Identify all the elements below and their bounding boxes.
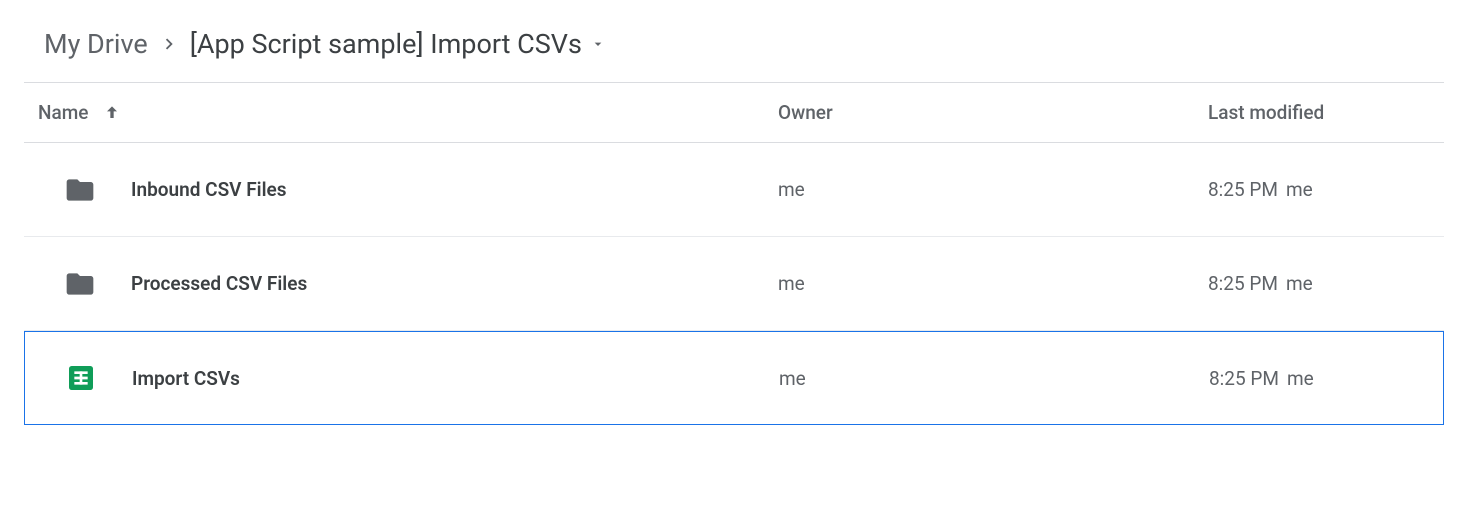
file-row[interactable]: Processed CSV Filesme8:25 PMme [24, 237, 1444, 331]
file-owner: me [778, 272, 1208, 295]
file-modified: 8:25 PM me [1209, 367, 1443, 390]
file-modified: 8:25 PM me [1208, 272, 1444, 295]
spreadsheet-icon [65, 362, 97, 394]
folder-icon [64, 174, 96, 206]
caret-down-icon [590, 36, 606, 52]
file-row[interactable]: Import CSVsme8:25 PMme [24, 331, 1444, 425]
modified-time: 8:25 PM [1209, 367, 1279, 390]
file-name: Import CSVs [132, 367, 240, 390]
file-row[interactable]: Inbound CSV Filesme8:25 PMme [24, 143, 1444, 237]
folder-icon [64, 268, 96, 300]
column-owner-label: Owner [778, 101, 833, 124]
chevron-right-icon [158, 33, 180, 55]
breadcrumb-current-label: [App Script sample] Import CSVs [190, 28, 582, 60]
file-name: Inbound CSV Files [131, 178, 287, 201]
modified-time: 8:25 PM [1208, 178, 1278, 201]
column-header-name[interactable]: Name [38, 101, 778, 124]
column-header-owner[interactable]: Owner [778, 101, 1208, 124]
modified-by: me [1286, 178, 1313, 201]
breadcrumb-root[interactable]: My Drive [44, 28, 148, 60]
file-name: Processed CSV Files [131, 272, 307, 295]
breadcrumb: My Drive [App Script sample] Import CSVs [24, 20, 1444, 82]
breadcrumb-current[interactable]: [App Script sample] Import CSVs [190, 28, 606, 60]
modified-by: me [1287, 367, 1314, 390]
table-header: Name Owner Last modified [24, 83, 1444, 143]
modified-by: me [1286, 272, 1313, 295]
file-modified: 8:25 PM me [1208, 178, 1444, 201]
file-owner: me [779, 367, 1209, 390]
column-modified-label: Last modified [1208, 101, 1324, 124]
column-header-modified[interactable]: Last modified [1208, 101, 1444, 124]
file-owner: me [778, 178, 1208, 201]
modified-time: 8:25 PM [1208, 272, 1278, 295]
column-name-label: Name [38, 101, 88, 124]
arrow-up-icon [102, 103, 122, 123]
